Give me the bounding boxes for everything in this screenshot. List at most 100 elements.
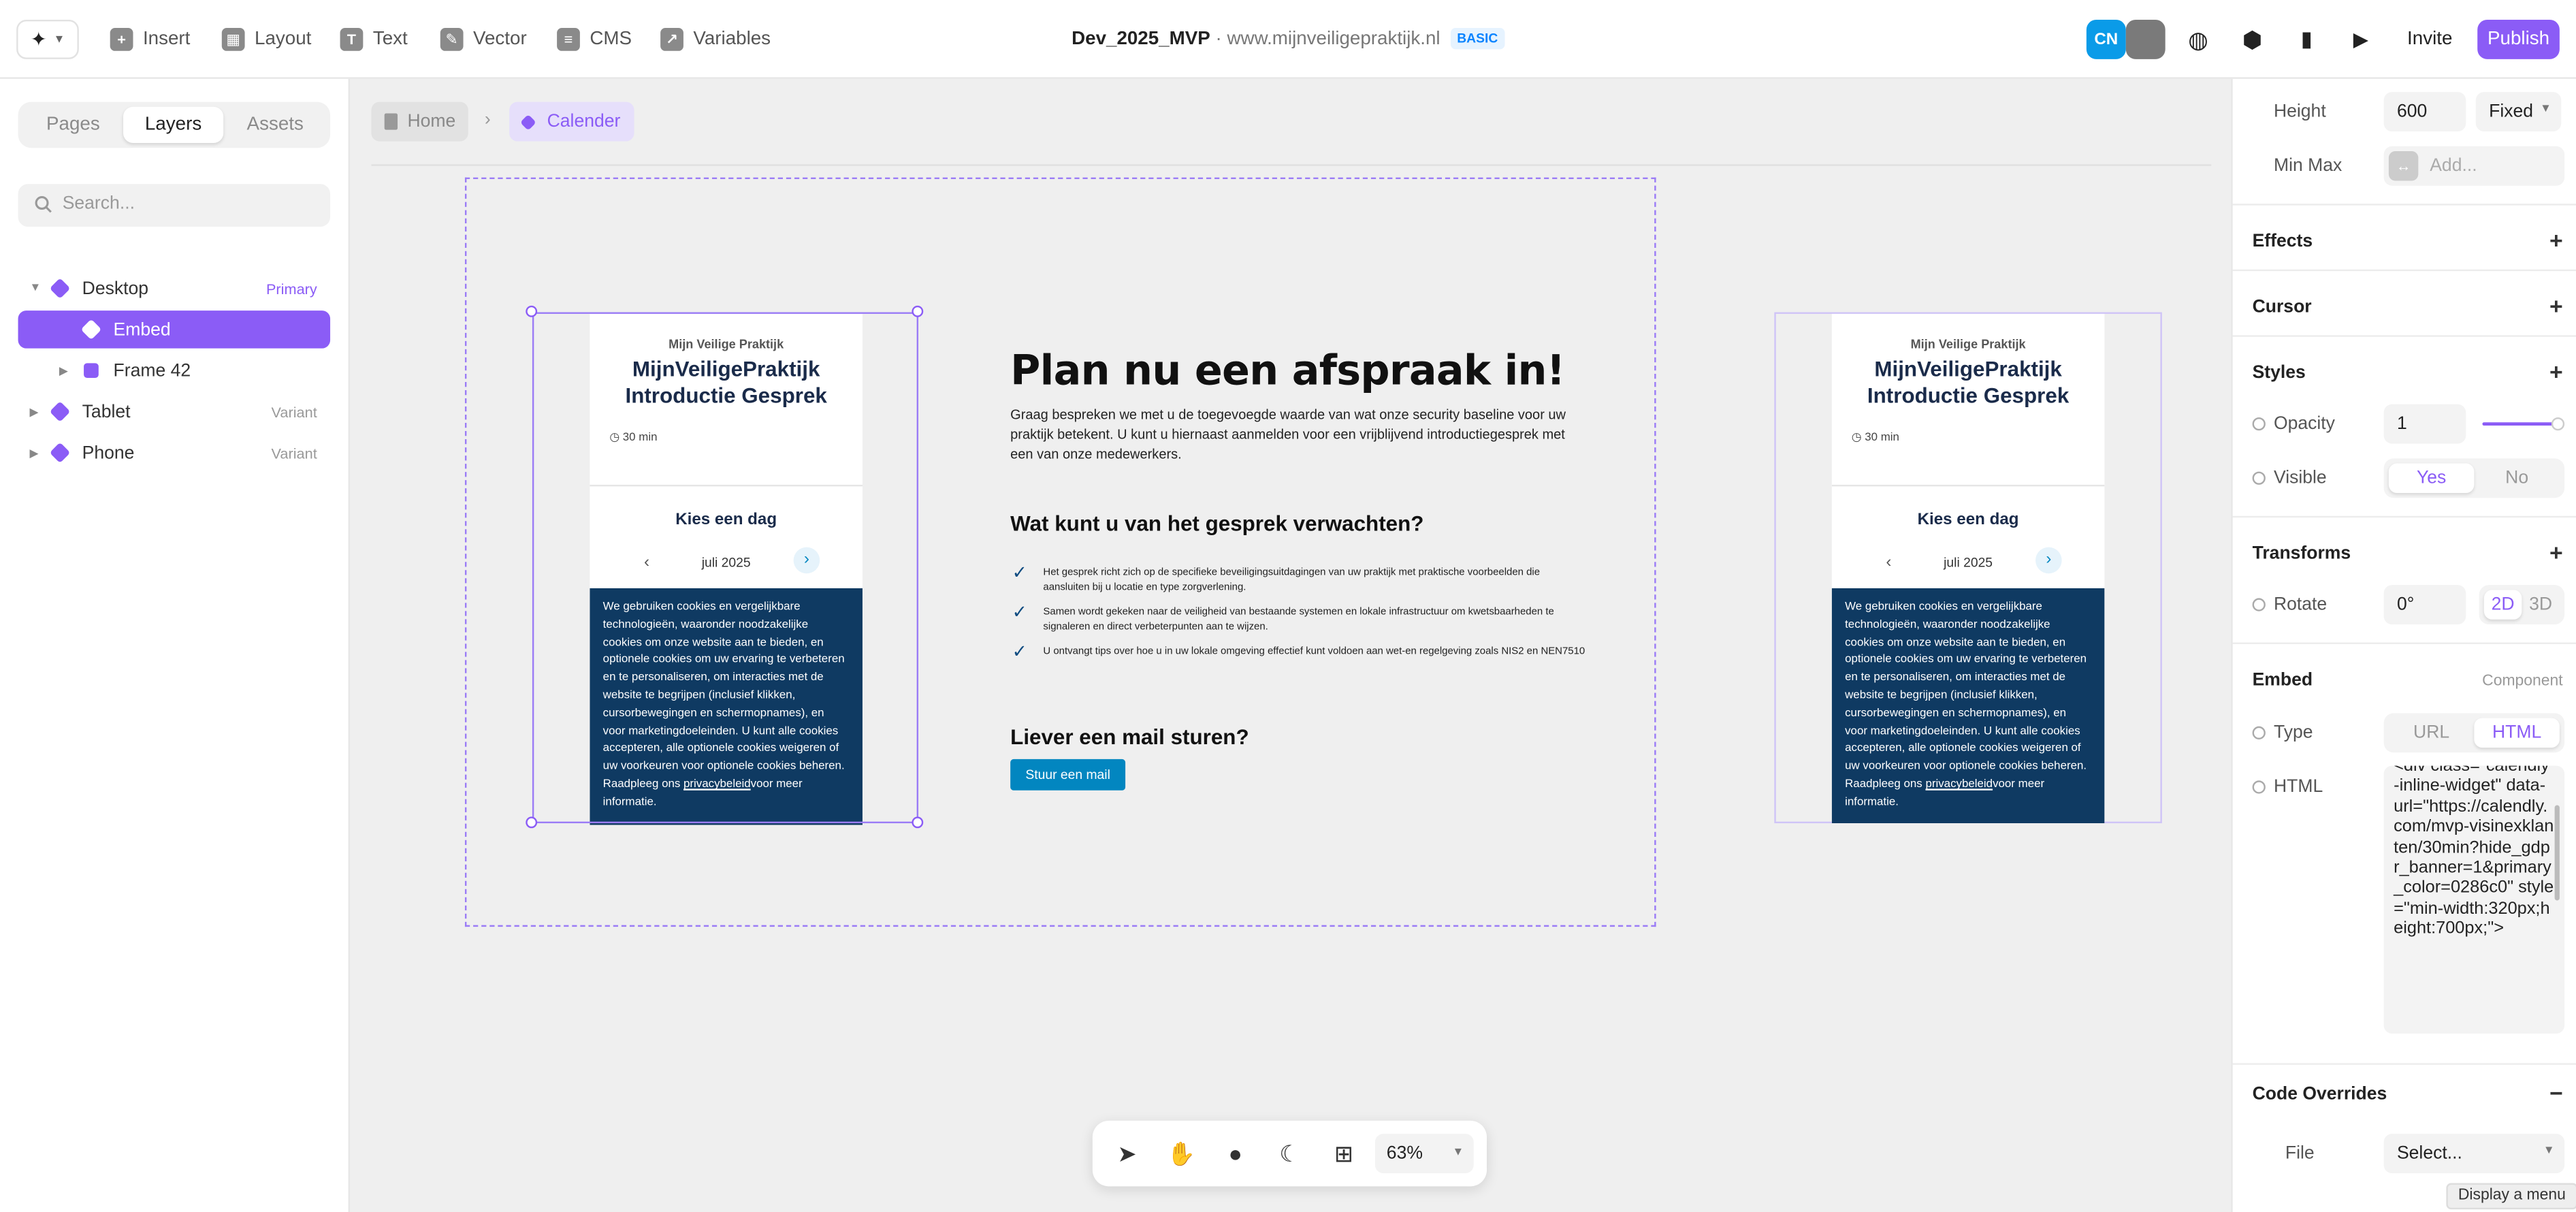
html-variable-dot[interactable] (2252, 780, 2266, 794)
dark-mode-icon[interactable]: ☾ (1275, 1138, 1304, 1168)
user-avatar[interactable]: CN (2086, 19, 2126, 59)
expand-caret-icon[interactable]: ▶ (59, 364, 68, 377)
collaborator-avatar[interactable] (2125, 19, 2166, 59)
layer-tablet[interactable]: ▶ Tablet Variant (18, 393, 331, 431)
minmax-placeholder: Add... (2430, 156, 2477, 176)
clock-icon: ◷ (1851, 432, 1862, 444)
opacity-variable-dot[interactable] (2252, 417, 2266, 431)
settings-icon[interactable]: ⬢ (2233, 20, 2272, 59)
textarea-scrollbar[interactable] (2554, 805, 2560, 901)
layer-name: Tablet (82, 402, 131, 422)
bullet-text: Het gesprek richt zich op de specifieke … (1043, 567, 1541, 594)
add-effect-icon[interactable]: + (2549, 227, 2563, 253)
expand-caret-icon[interactable]: ▶ (29, 405, 38, 418)
grid-icon[interactable]: ⊞ (1329, 1138, 1358, 1168)
section-divider (2232, 269, 2576, 272)
layer-search[interactable]: Search... (18, 184, 331, 227)
layer-frame-42[interactable]: ▶ Frame 42 (18, 351, 331, 389)
html-code-textarea[interactable]: <div class="calendly-inline-widget" data… (2383, 765, 2565, 1034)
resize-handle[interactable] (912, 816, 924, 829)
tab-assets[interactable]: Assets (225, 107, 325, 143)
component-icon (49, 401, 71, 422)
breadcrumb-calender[interactable]: Calender (509, 101, 634, 142)
visible-yes-option[interactable]: Yes (2388, 463, 2475, 493)
visible-variable-dot[interactable] (2252, 471, 2266, 485)
mail-heading: Liever een mail sturen? (1010, 724, 1249, 750)
hand-icon[interactable]: ✋ (1166, 1138, 1195, 1168)
calendly-divider (1831, 484, 2105, 487)
page-heading: Plan nu een afspraak in! (1010, 347, 1565, 395)
check-icon: ✓ (1012, 563, 1027, 584)
file-select[interactable]: Select... ▼ (2383, 1134, 2565, 1174)
left-panel: Pages Layers Assets Search... ▼ Desktop … (0, 78, 351, 1212)
layer-tag: Primary (265, 280, 317, 297)
add-style-icon[interactable]: + (2549, 358, 2563, 385)
plan-badge: BASIC (1450, 28, 1504, 50)
layer-name: Phone (82, 443, 135, 463)
tooltip: Display a menu (2446, 1183, 2576, 1210)
page-icon (384, 113, 398, 130)
height-input[interactable]: 600 (2383, 92, 2466, 132)
component-icon (49, 278, 71, 299)
opacity-input[interactable]: 1 (2383, 404, 2466, 444)
globe-icon[interactable]: ◍ (2178, 20, 2218, 59)
section-divider (2232, 335, 2576, 337)
resize-handle[interactable] (912, 305, 924, 317)
resize-handle[interactable] (526, 305, 538, 317)
opacity-slider-thumb[interactable] (2551, 417, 2565, 431)
expand-caret-icon[interactable]: ▶ (29, 446, 38, 460)
send-mail-button[interactable]: Stuur een mail (1010, 759, 1126, 791)
top-bar: ✦ ▼ + Insert ▦ Layout T Text ✎ Vector ≡ CMS ↗… (0, 0, 2576, 79)
section-divider (2232, 515, 2576, 518)
add-transform-icon[interactable]: + (2549, 539, 2563, 566)
layer-desktop[interactable]: ▼ Desktop Primary (18, 270, 331, 308)
calendly-event-title: MijnVeiligePraktijk Introductie Gesprek (1867, 356, 2070, 408)
minmax-input[interactable]: ↔ Add... (2383, 146, 2565, 186)
visible-no-option[interactable]: No (2474, 464, 2559, 493)
rotate-variable-dot[interactable] (2252, 598, 2266, 611)
rotate-2d-option[interactable]: 2D (2483, 590, 2522, 620)
rotate-input[interactable]: 0° (2383, 585, 2466, 625)
search-input: Search... (62, 193, 135, 214)
type-variable-dot[interactable] (2252, 726, 2266, 739)
add-cursor-icon[interactable]: + (2549, 293, 2563, 319)
rotate-3d-option[interactable]: 3D (2522, 590, 2560, 619)
section-divider (2232, 1063, 2576, 1065)
preview-play-icon[interactable]: ▶ (2341, 20, 2381, 59)
type-html-option[interactable]: HTML (2474, 718, 2560, 748)
opacity-slider[interactable] (2482, 422, 2555, 426)
breadcrumb-home[interactable]: Home (371, 101, 469, 142)
expect-heading: Wat kunt u van het gesprek verwachten? (1010, 511, 1424, 536)
tab-pages[interactable]: Pages (23, 107, 123, 143)
collapse-minus-icon[interactable]: − (2549, 1080, 2563, 1106)
publish-button[interactable]: Publish (2477, 19, 2560, 59)
invite-button[interactable]: Invite (2396, 20, 2464, 59)
calendly-widget-variant[interactable]: Mijn Veilige Praktijk MijnVeiligePraktij… (1831, 313, 2105, 824)
layer-name: Embed (113, 319, 171, 340)
expand-caret-icon[interactable]: ▼ (29, 283, 41, 294)
zoom-value: 63% (1386, 1143, 1423, 1164)
rotate-label: Rotate (2273, 594, 2328, 615)
minmax-icon: ↔ (2388, 151, 2419, 181)
embed-selection-box[interactable] (532, 312, 919, 824)
cookie-text: We gebruiken cookies en vergelijkbare te… (1845, 601, 2087, 791)
type-url-option[interactable]: URL (2389, 718, 2474, 748)
tab-layers[interactable]: Layers (123, 106, 224, 143)
comment-icon[interactable]: ● (1221, 1138, 1250, 1168)
select-cursor-icon[interactable]: ➤ (1112, 1138, 1142, 1168)
layer-embed[interactable]: Embed (18, 310, 331, 349)
resize-handle[interactable] (526, 816, 538, 829)
zoom-select[interactable]: 63% ▼ (1374, 1134, 1474, 1174)
design-canvas[interactable]: Home › Calender Mijn Veilige Praktijk Mi… (350, 78, 2232, 1212)
height-mode-select[interactable]: Fixed ▼ (2475, 92, 2562, 132)
layer-phone[interactable]: ▶ Phone Variant (18, 434, 331, 472)
search-icon (35, 196, 52, 213)
analytics-icon[interactable]: ▮ (2287, 20, 2326, 59)
next-month-icon[interactable]: › (2035, 547, 2062, 574)
layer-tag: Variant (271, 403, 317, 420)
opacity-label: Opacity (2273, 414, 2335, 434)
embed-heading: Embed (2252, 670, 2313, 690)
project-domain: www.mijnveiligepraktijk.nl (1227, 29, 1440, 50)
privacy-link[interactable]: privacybeleid (1925, 779, 1993, 791)
effects-heading: Effects (2252, 232, 2313, 252)
